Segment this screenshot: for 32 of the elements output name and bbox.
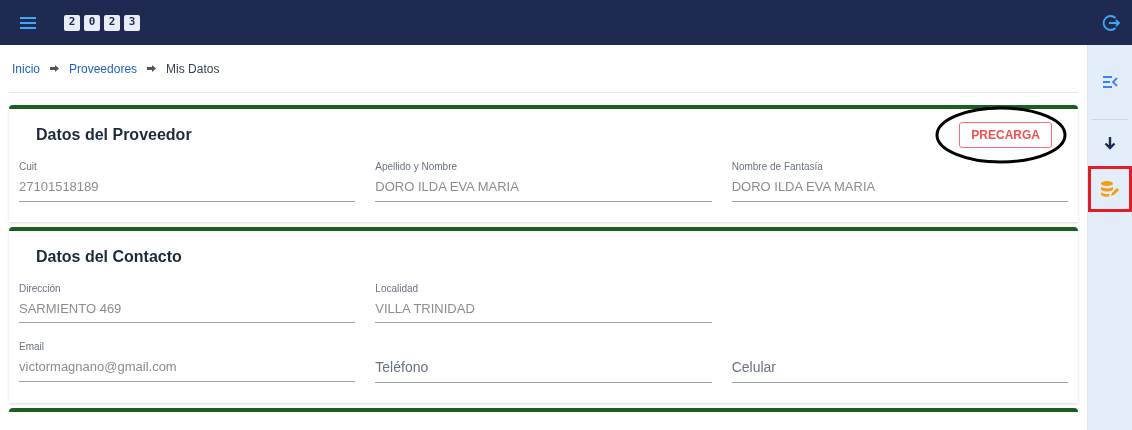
precarga-button[interactable]: PRECARGA xyxy=(959,122,1052,148)
breadcrumb-link[interactable]: Proveedores xyxy=(69,59,138,78)
breadcrumb-link[interactable]: Inicio xyxy=(12,59,40,78)
arrow-down-icon xyxy=(1104,136,1116,150)
input-field[interactable]: Celular xyxy=(731,357,1068,383)
section-title: Datos del Contacto xyxy=(35,246,182,267)
input-field[interactable]: VILLA TRINIDAD xyxy=(375,298,712,323)
collapse-menu-icon xyxy=(1102,76,1118,88)
logo-digit: 2 xyxy=(104,14,120,31)
field-label: Localidad xyxy=(375,282,420,295)
section-title: Datos del Proveedor xyxy=(35,125,192,145)
input-field[interactable]: SARMIENTO 469 xyxy=(19,298,356,323)
input-field[interactable]: victormagnano@gmail.com xyxy=(19,357,356,382)
logo-digit: 3 xyxy=(124,14,140,31)
input-field[interactable]: DORO ILDA EVA MARIA xyxy=(375,177,712,202)
logo-digit: 2 xyxy=(64,14,80,31)
sidebar-button[interactable] xyxy=(1088,166,1132,212)
database-edit-icon xyxy=(1100,180,1120,198)
field-label: Email xyxy=(19,341,45,353)
field-label: Nombre de Fantasía xyxy=(731,161,824,173)
logout-icon[interactable] xyxy=(1102,13,1120,32)
input-field[interactable]: 27101518189 xyxy=(19,177,356,202)
field-label: Cuit xyxy=(19,161,38,173)
breadcrumb-current: Mis Datos xyxy=(166,60,220,78)
logo-digit: 0 xyxy=(84,14,100,31)
input-field[interactable]: DORO ILDA EVA MARIA xyxy=(731,177,1068,202)
input-field[interactable]: Teléfono xyxy=(375,357,712,383)
field-label: Apellido y Nombre xyxy=(375,161,459,173)
menu-icon[interactable] xyxy=(20,16,36,29)
arrow-right-icon xyxy=(147,65,157,72)
field-label: Dirección xyxy=(19,282,62,295)
arrow-right-icon xyxy=(50,65,59,72)
